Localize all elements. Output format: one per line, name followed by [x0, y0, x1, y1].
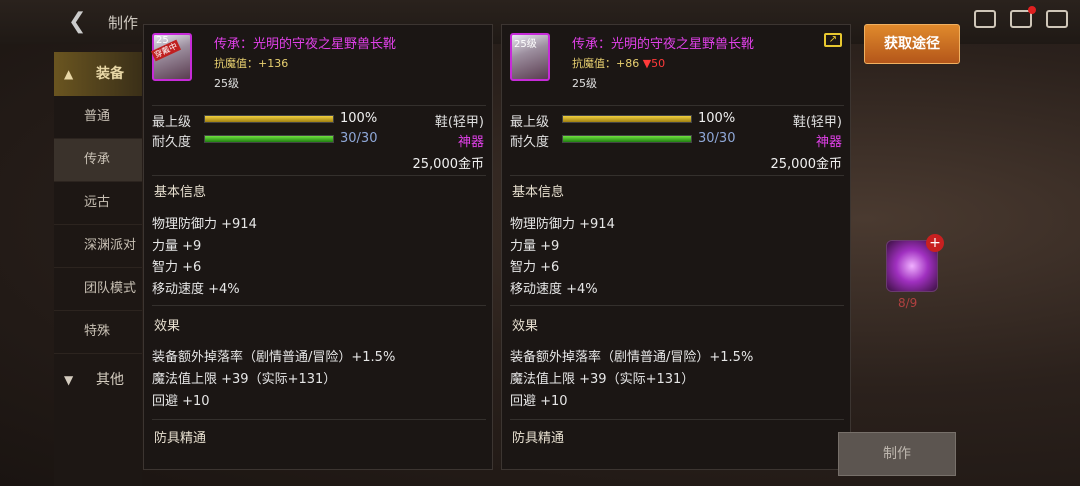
icon-level: 25级 — [514, 39, 537, 50]
divider — [510, 419, 844, 420]
notice-icon[interactable] — [974, 10, 996, 28]
sidebar-item-abyss[interactable]: 深渊派对 — [54, 225, 142, 268]
sidebar-category-label: 装备 — [96, 66, 124, 82]
plus-icon[interactable]: + — [926, 234, 944, 252]
material-count: 8/9 — [898, 296, 918, 310]
grade-bar — [204, 115, 334, 123]
stat-line: 力量 +9 — [510, 239, 560, 254]
divider — [510, 305, 844, 306]
magic-resistance: 抗魔值：+86 ▼50 — [572, 55, 665, 71]
durability-bar-fill — [563, 136, 691, 142]
acquire-source-button[interactable]: 获取途径 — [864, 24, 960, 64]
sidebar-item-normal[interactable]: 普通 — [54, 96, 142, 139]
boots-item-icon: 25 穿戴中 — [150, 33, 192, 81]
item-rarity: 神器 — [457, 135, 484, 150]
magic-res-label: 抗魔值： — [214, 57, 258, 70]
grade-bar-fill — [563, 116, 691, 122]
sidebar-item-ancient[interactable]: 远古 — [54, 182, 142, 225]
basic-info-title: 基本信息 — [154, 185, 207, 200]
durability-label: 耐久度 — [510, 135, 550, 150]
effect-title: 效果 — [512, 319, 539, 334]
magic-res-label: 抗魔值： — [572, 57, 616, 70]
item-type: 鞋(轻甲) — [434, 115, 484, 130]
durability-bar — [204, 135, 334, 143]
craft-button[interactable]: 制作 — [838, 432, 956, 476]
chevron-up-icon: ▲ — [64, 67, 74, 81]
sidebar-category-equipment[interactable]: ▲ 装备 — [54, 52, 142, 96]
item-name: 传承：光明的守夜之星野兽长靴 — [214, 37, 397, 52]
divider — [152, 419, 486, 420]
grade-bar-fill — [205, 116, 333, 122]
sidebar-item-special[interactable]: 特殊 — [54, 311, 142, 354]
item-header: 25 穿戴中 传承：光明的守夜之星野兽长靴 抗魔值：+136 25级 — [144, 25, 492, 101]
divider — [152, 175, 486, 176]
back-arrow-icon[interactable]: ❮ — [68, 10, 94, 34]
effect-line: 魔法值上限 +39（实际+131） — [152, 372, 337, 387]
grade-bar — [562, 115, 692, 123]
category-sidebar: ▲ 装备 普通 传承 远古 深渊派对 团队模式 特殊 ▼ 其他 — [54, 52, 142, 486]
item-price: 25,000金币 — [770, 157, 843, 172]
grade-label: 最上级 — [510, 115, 550, 130]
sidebar-item-raid[interactable]: 团队模式 — [54, 268, 142, 311]
top-icons — [974, 6, 1068, 28]
durability-value: 30/30 — [340, 131, 378, 146]
stat-line: 智力 +6 — [152, 260, 202, 275]
effect-line: 魔法值上限 +39（实际+131） — [510, 372, 695, 387]
effect-line: 回避 +10 — [510, 394, 568, 409]
compare-item-tooltip: 25级 传承：光明的守夜之星野兽长靴 抗魔值：+86 ▼50 25级 ↗ 最上级… — [501, 24, 851, 470]
sidebar-item-inherit[interactable]: 传承 — [54, 139, 142, 182]
share-icon[interactable]: ↗ — [824, 33, 842, 47]
armor-mastery-title: 防具精通 — [512, 431, 565, 446]
magic-res-value: +136 — [258, 57, 289, 70]
item-header: 25级 传承：光明的守夜之星野兽长靴 抗魔值：+86 ▼50 25级 ↗ — [502, 25, 850, 101]
item-type: 鞋(轻甲) — [792, 115, 842, 130]
boots-item-icon: 25级 — [510, 33, 550, 81]
effect-line: 回避 +10 — [152, 394, 210, 409]
basic-info-title: 基本信息 — [512, 185, 565, 200]
item-rarity: 神器 — [815, 135, 842, 150]
stat-line: 物理防御力 +914 — [152, 217, 257, 232]
divider — [510, 105, 844, 106]
divider — [510, 175, 844, 176]
item-name: 传承：光明的守夜之星野兽长靴 — [572, 37, 755, 52]
notification-dot — [1028, 6, 1036, 14]
page-title: 制作 — [108, 14, 139, 32]
item-price: 25,000金币 — [412, 157, 485, 172]
grade-value: 100% — [698, 111, 736, 126]
divider — [152, 305, 486, 306]
stat-line: 智力 +6 — [510, 260, 560, 275]
durability-bar — [562, 135, 692, 143]
effect-title: 效果 — [154, 319, 181, 334]
grade-label: 最上级 — [152, 115, 192, 130]
sidebar-category-label: 其他 — [96, 372, 124, 388]
effect-line: 装备额外掉落率（剧情普通/冒险）+1.5% — [152, 350, 396, 365]
stat-line: 移动速度 +4% — [152, 282, 240, 297]
durability-value: 30/30 — [698, 131, 736, 146]
armor-mastery-title: 防具精通 — [154, 431, 207, 446]
magic-resistance: 抗魔值：+136 — [214, 55, 288, 71]
magic-res-value: +86 — [616, 57, 640, 70]
stat-line: 物理防御力 +914 — [510, 217, 615, 232]
divider — [152, 105, 486, 106]
mail-icon[interactable] — [1010, 6, 1036, 28]
magic-res-diff: ▼50 — [642, 57, 666, 70]
effect-line: 装备额外掉落率（剧情普通/冒险）+1.5% — [510, 350, 754, 365]
stat-line: 力量 +9 — [152, 239, 202, 254]
grade-value: 100% — [340, 111, 378, 126]
equipped-item-tooltip: 25 穿戴中 传承：光明的守夜之星野兽长靴 抗魔值：+136 25级 最上级 1… — [143, 24, 493, 470]
sidebar-category-other[interactable]: ▼ 其他 — [54, 358, 142, 402]
item-level: 25级 — [572, 77, 597, 90]
durability-label: 耐久度 — [152, 135, 192, 150]
durability-bar-fill — [205, 136, 333, 142]
item-level: 25级 — [214, 77, 239, 90]
stat-line: 移动速度 +4% — [510, 282, 598, 297]
chevron-down-icon: ▼ — [64, 373, 74, 387]
chat-icon[interactable] — [1046, 10, 1068, 28]
